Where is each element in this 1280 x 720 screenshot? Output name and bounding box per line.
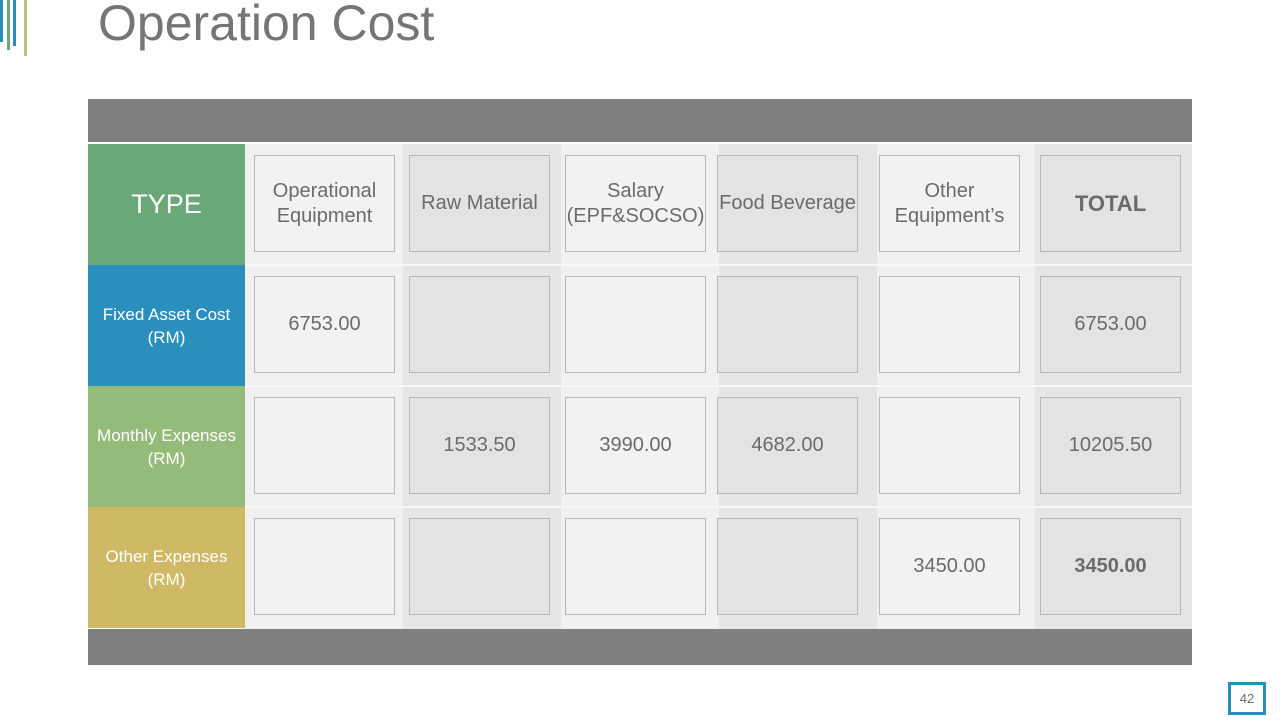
accent-bar — [7, 0, 10, 50]
accent-bar — [13, 0, 16, 46]
table-top-band — [88, 99, 1192, 142]
table-cell: 4682.00 — [717, 397, 858, 494]
type-header: TYPE — [88, 144, 245, 265]
table-cell — [409, 276, 550, 373]
column-header-salary: Salary (EPF&SOCSO) — [565, 155, 706, 252]
table-cell — [717, 276, 858, 373]
table-cell — [565, 276, 706, 373]
table-cell — [717, 518, 858, 615]
table-cell: 3990.00 — [565, 397, 706, 494]
accent-bar — [0, 0, 3, 42]
row-label-other-expenses: Other Expenses (RM) — [88, 507, 245, 628]
row-label-monthly-expenses: Monthly Expenses (RM) — [88, 386, 245, 507]
column-header-operational-equipment: Operational Equipment — [254, 155, 395, 252]
page-number: 42 — [1228, 682, 1266, 715]
row-divider — [245, 385, 1192, 387]
table-cell-total: 6753.00 — [1040, 276, 1181, 373]
accent-bar — [24, 0, 27, 56]
slide-title: Operation Cost — [98, 0, 435, 51]
table-cell — [879, 276, 1020, 373]
table-cell — [879, 397, 1020, 494]
cost-table: TYPE Fixed Asset Cost (RM) Monthly Expen… — [88, 144, 1192, 629]
table-cell — [565, 518, 706, 615]
table-cell: 6753.00 — [254, 276, 395, 373]
column-header-total: TOTAL — [1040, 155, 1181, 252]
row-divider — [245, 506, 1192, 508]
table-cell: 3450.00 — [879, 518, 1020, 615]
column-header-food-beverage: Food Beverage — [717, 155, 858, 252]
row-label-fixed-asset: Fixed Asset Cost (RM) — [88, 265, 245, 386]
table-cell — [409, 518, 550, 615]
table-cell-total: 10205.50 — [1040, 397, 1181, 494]
table-cell — [254, 518, 395, 615]
table-cell — [254, 397, 395, 494]
row-divider — [245, 264, 1192, 266]
column-header-raw-material: Raw Material — [409, 155, 550, 252]
table-cell: 1533.50 — [409, 397, 550, 494]
table-cell-total: 3450.00 — [1040, 518, 1181, 615]
table-bottom-band — [88, 629, 1192, 665]
column-header-other-equipment: Other Equipment’s — [879, 155, 1020, 252]
